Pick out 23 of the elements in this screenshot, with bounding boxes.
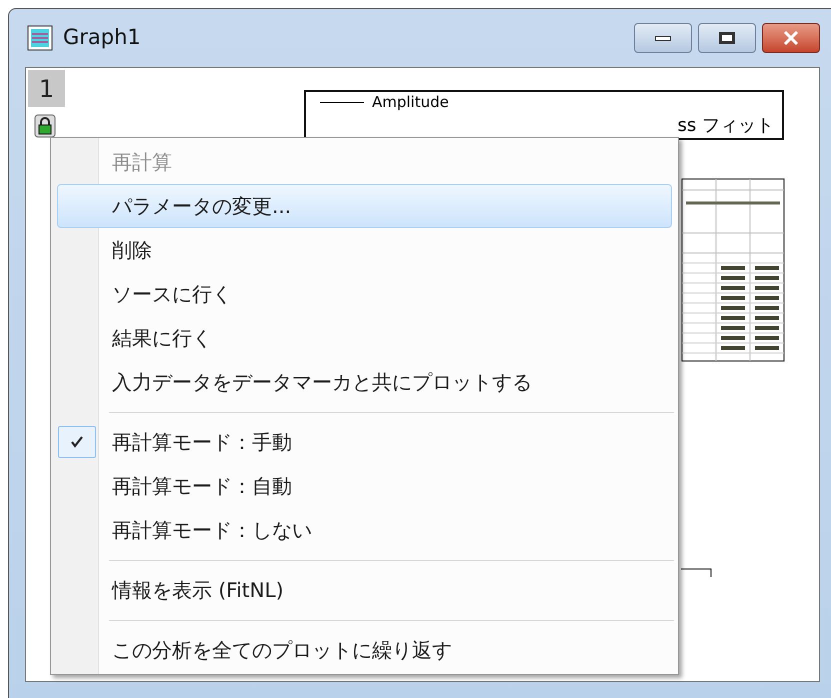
legend-label: ss フィット	[678, 116, 774, 136]
menu-item[interactable]: パラメータの変更...	[57, 184, 672, 228]
menu-item[interactable]: 情報を表示 (FitNL)	[57, 568, 672, 612]
lock-icon[interactable]	[34, 114, 56, 138]
window-title: Graph1	[63, 24, 141, 52]
minimize-button[interactable]	[634, 23, 692, 53]
menu-item[interactable]: ソースに行く	[57, 272, 672, 316]
menu-item[interactable]: 再計算モード：自動	[57, 464, 672, 508]
menu-item[interactable]: 再計算モード：手動	[57, 420, 672, 464]
maximize-icon	[719, 32, 735, 44]
maximize-button[interactable]	[698, 23, 756, 53]
legend-label: Amplitude	[372, 92, 449, 112]
menu-item[interactable]: 入力データをデータマーカと共にプロットする	[57, 360, 672, 404]
layer-tab[interactable]: 1	[28, 70, 65, 107]
graph-window-icon	[27, 25, 53, 51]
menu-item[interactable]: この分析を全てのプロットに繰り返す	[57, 628, 672, 672]
menu-item[interactable]: 結果に行く	[57, 316, 672, 360]
menu-item[interactable]: 再計算モード：しない	[57, 508, 672, 552]
close-button[interactable]	[762, 23, 820, 53]
menu-item[interactable]: 削除	[57, 228, 672, 272]
close-icon	[783, 31, 799, 45]
axis-line-drawing	[681, 568, 713, 578]
minimize-icon	[655, 36, 671, 40]
